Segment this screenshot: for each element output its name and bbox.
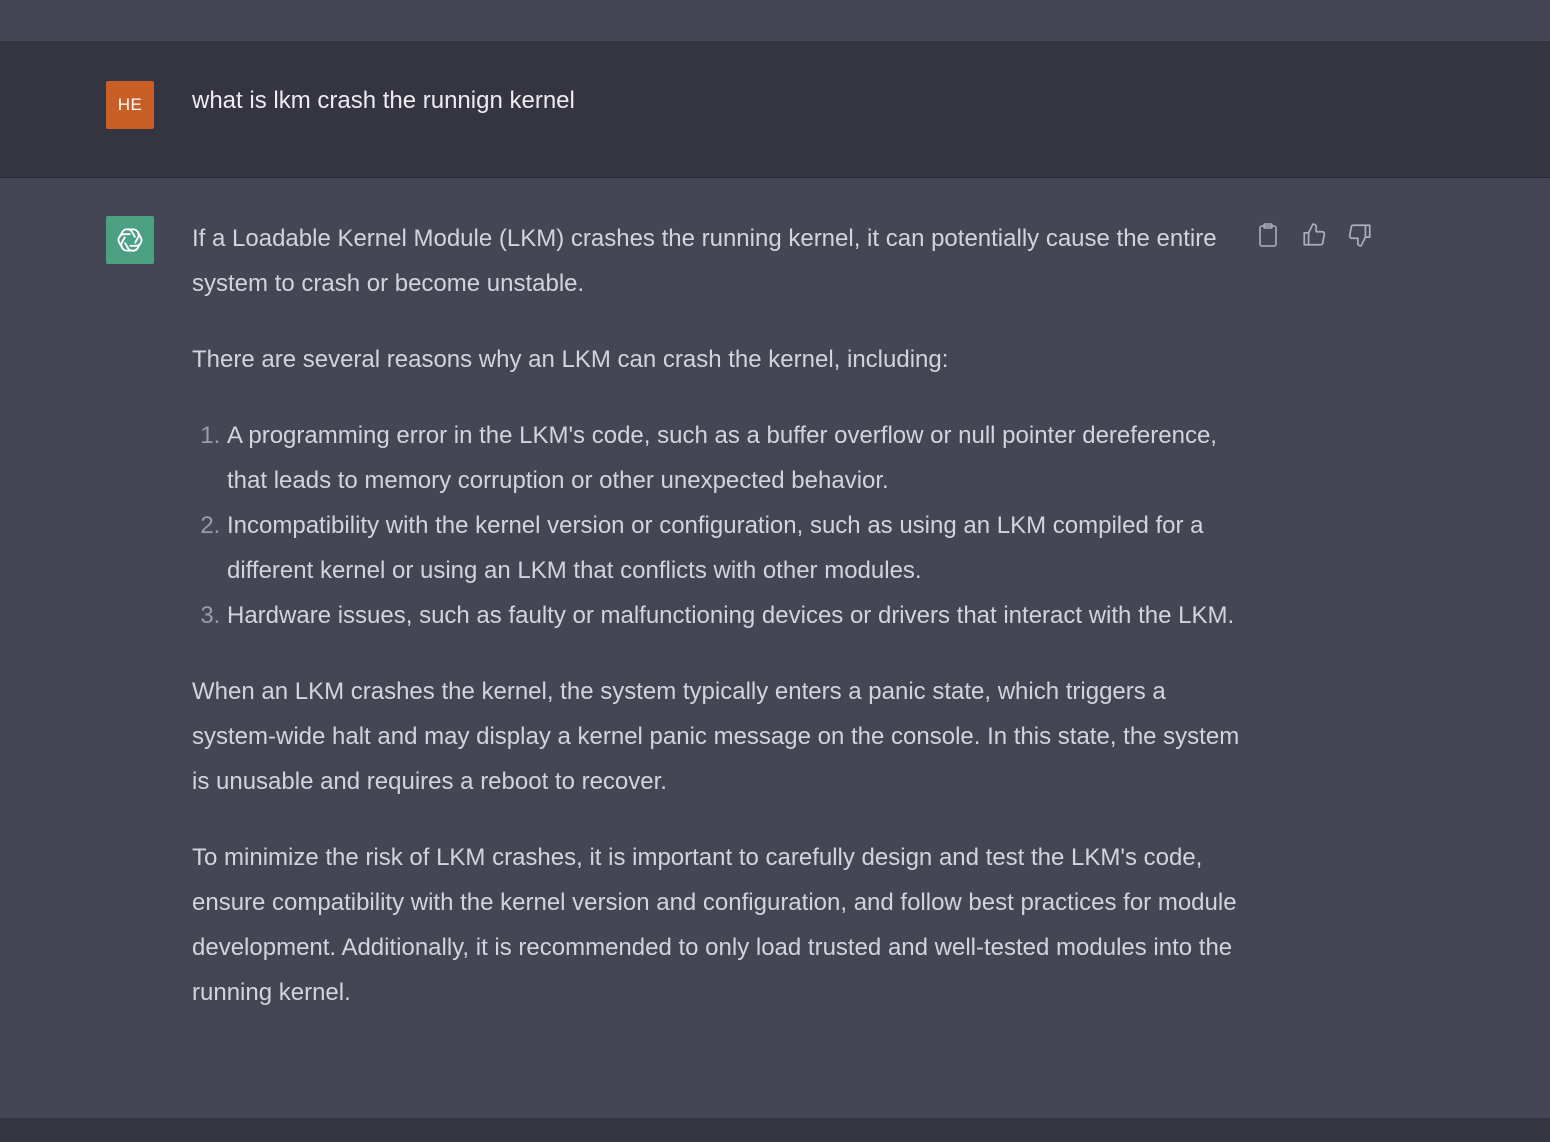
next-message-strip	[0, 1118, 1550, 1142]
list-item: A programming error in the LKM's code, s…	[227, 413, 1240, 503]
list-item: Incompatibility with the kernel version …	[227, 503, 1240, 593]
message-actions	[1254, 220, 1374, 250]
answer-paragraph-3: When an LKM crashes the kernel, the syst…	[192, 678, 1240, 795]
assistant-message-text: If a Loadable Kernel Module (LKM) crashe…	[192, 216, 1240, 1046]
reasons-list: A programming error in the LKM's code, s…	[192, 413, 1240, 638]
like-button[interactable]	[1300, 220, 1328, 250]
dislike-button[interactable]	[1346, 220, 1374, 250]
previous-message-strip	[0, 0, 1550, 42]
user-avatar: HE	[106, 81, 154, 129]
openai-logo-icon	[117, 228, 143, 252]
clipboard-icon	[1259, 223, 1277, 247]
answer-paragraph-2: There are several reasons why an LKM can…	[192, 346, 949, 373]
assistant-avatar	[106, 216, 154, 264]
assistant-message-row: If a Loadable Kernel Module (LKM) crashe…	[0, 178, 1550, 1118]
user-message-text: what is lkm crash the runnign kernel	[192, 87, 575, 114]
answer-paragraph-1: If a Loadable Kernel Module (LKM) crashe…	[192, 225, 1217, 297]
thumbs-down-icon	[1348, 224, 1371, 247]
thumbs-up-icon	[1303, 223, 1326, 246]
list-item: Hardware issues, such as faulty or malfu…	[227, 593, 1240, 638]
user-message-row: HE what is lkm crash the runnign kernel	[0, 41, 1550, 178]
answer-paragraph-4: To minimize the risk of LKM crashes, it …	[192, 844, 1237, 1006]
copy-button[interactable]	[1254, 220, 1282, 250]
